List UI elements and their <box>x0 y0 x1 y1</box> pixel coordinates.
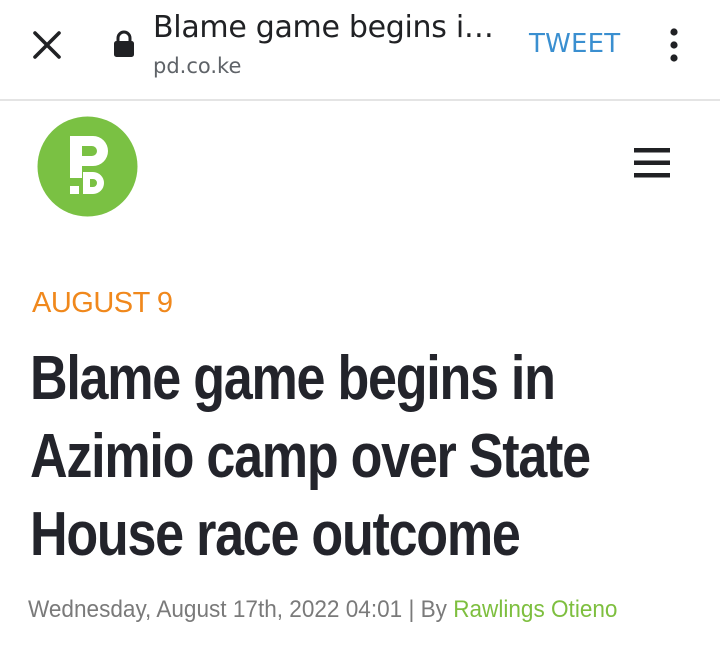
headline-line: House race outcome <box>30 500 521 569</box>
close-button[interactable] <box>30 28 64 62</box>
author-link[interactable]: Rawlings Otieno <box>453 596 617 623</box>
page-title[interactable]: Blame game begins i… <box>153 10 503 45</box>
hamburger-menu-icon <box>634 148 670 178</box>
headline-line: Blame game begins in <box>30 344 556 413</box>
byline-separator: | <box>408 596 415 623</box>
headline-line: Azimio camp over State <box>30 422 591 491</box>
byline: Wednesday, August 17th, 2022 04:01 | By … <box>28 596 617 624</box>
article-headline: Blame game begins in Azimio camp over St… <box>30 340 702 574</box>
tweet-button[interactable]: TWEET <box>529 29 620 59</box>
close-icon <box>33 31 61 59</box>
site-logo[interactable] <box>37 116 138 217</box>
more-vert-icon <box>670 28 678 62</box>
menu-button[interactable] <box>632 145 672 181</box>
publish-date: Wednesday, August 17th, 2022 04:01 <box>28 596 403 623</box>
by-label: By <box>420 596 447 623</box>
page-domain[interactable]: pd.co.ke <box>153 54 241 78</box>
more-options-button[interactable] <box>661 25 687 65</box>
browser-toolbar: Blame game begins i… pd.co.ke TWEET <box>0 0 720 101</box>
lock-icon <box>113 30 135 58</box>
date-tag[interactable]: AUGUST 9 <box>32 287 173 320</box>
